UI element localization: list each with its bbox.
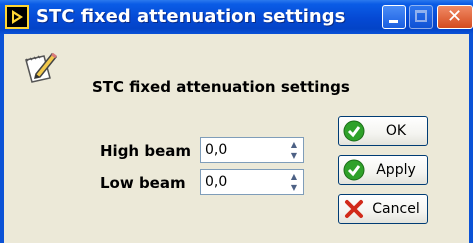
high-beam-spin-arrows[interactable]: ▲ ▼ <box>286 139 302 161</box>
low-beam-stepper[interactable]: ▲ ▼ <box>200 169 304 195</box>
title-bar[interactable]: STC fixed attenuation settings ✕ <box>0 0 473 34</box>
labview-run-icon <box>5 5 29 29</box>
ok-button[interactable]: OK <box>338 116 428 146</box>
low-beam-spin-arrows[interactable]: ▲ ▼ <box>286 171 302 193</box>
increment-icon[interactable]: ▲ <box>286 139 302 150</box>
dialog-window: STC fixed attenuation settings ✕ STC fix… <box>0 0 473 243</box>
dialog-heading: STC fixed attenuation settings <box>92 78 350 96</box>
minimize-button[interactable] <box>382 5 406 29</box>
low-beam-label: Low beam <box>100 174 186 192</box>
ok-button-label: OK <box>385 123 407 139</box>
apply-button[interactable]: Apply <box>338 155 428 185</box>
edit-pencil-icon <box>20 46 60 86</box>
increment-icon[interactable]: ▲ <box>286 171 302 182</box>
high-beam-input[interactable] <box>203 140 281 160</box>
close-button[interactable]: ✕ <box>437 5 473 29</box>
window-title: STC fixed attenuation settings <box>36 6 346 27</box>
close-icon: ✕ <box>447 6 463 27</box>
cancel-button[interactable]: Cancel <box>338 194 428 224</box>
apply-button-label: Apply <box>376 162 416 178</box>
dialog-body: STC fixed attenuation settings High beam… <box>4 34 469 243</box>
low-beam-input[interactable] <box>203 172 281 192</box>
decrement-icon[interactable]: ▼ <box>286 182 302 193</box>
high-beam-stepper[interactable]: ▲ ▼ <box>200 137 304 163</box>
checkmark-icon <box>343 159 365 181</box>
maximize-icon <box>415 10 427 22</box>
checkmark-icon <box>343 120 365 142</box>
cancel-button-label: Cancel <box>372 201 420 217</box>
high-beam-label: High beam <box>100 142 191 160</box>
decrement-icon[interactable]: ▼ <box>286 150 302 161</box>
maximize-button <box>409 5 433 29</box>
minimize-icon <box>389 20 398 23</box>
red-x-icon <box>345 200 363 218</box>
